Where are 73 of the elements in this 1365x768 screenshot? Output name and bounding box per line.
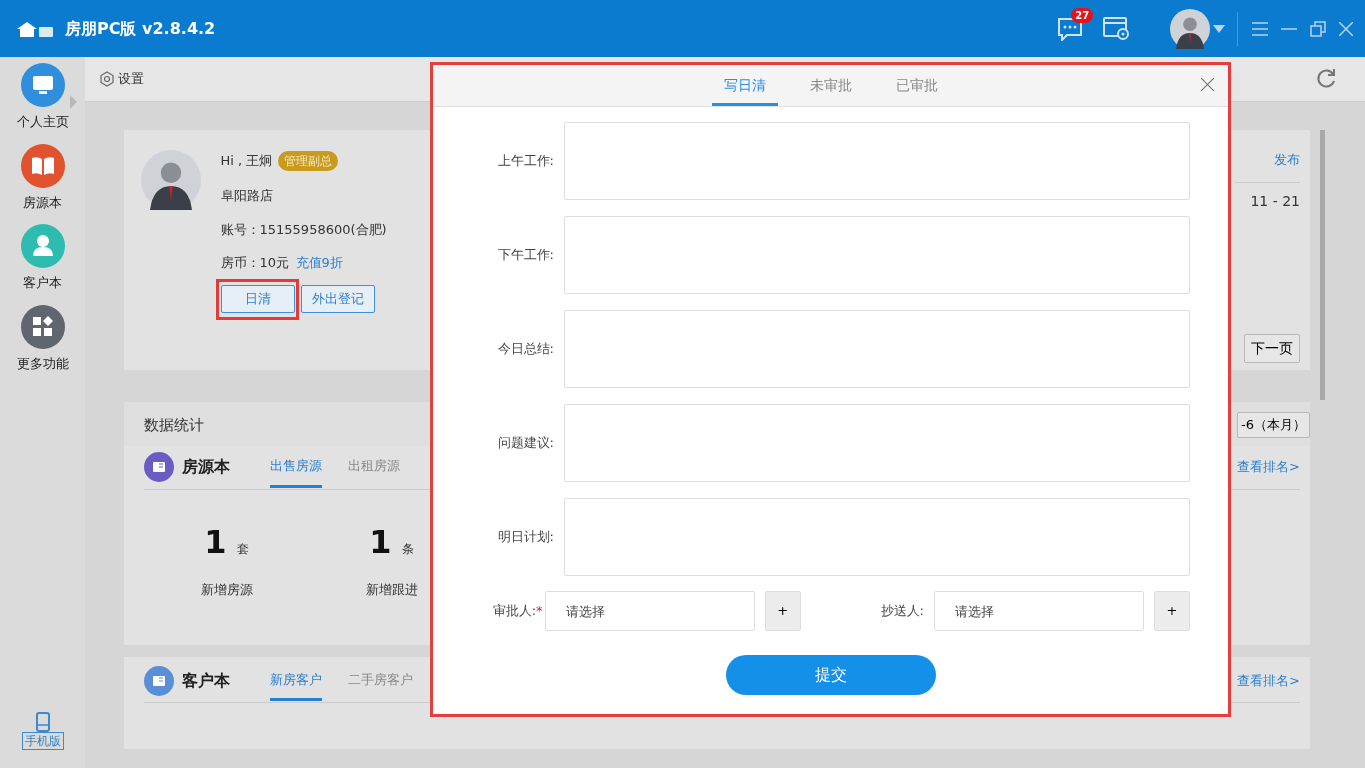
close-icon[interactable]: [1201, 78, 1214, 91]
settings-icon[interactable]: [1102, 15, 1131, 42]
monitor-icon: [20, 63, 65, 107]
section-tab[interactable]: 出租房源: [348, 446, 400, 488]
metric-label: 新增房源: [200, 580, 253, 599]
coins-text: 房币：10元: [220, 254, 290, 272]
avatar: [1169, 8, 1210, 49]
field-label: 审批人:*: [491, 602, 544, 621]
dialog-tab[interactable]: 已审批: [883, 65, 950, 106]
person-icon: [20, 224, 65, 268]
pointer-icon: [70, 95, 77, 109]
text-area[interactable]: [564, 310, 1190, 388]
ranking-link[interactable]: 查看排名>: [1237, 670, 1300, 691]
submit-button[interactable]: 提交: [725, 655, 936, 695]
sidebar-item[interactable]: 个人主页: [0, 63, 85, 132]
section-tab[interactable]: 二手房客户: [348, 659, 413, 702]
book-icon: [20, 143, 65, 188]
refresh-icon[interactable]: [1315, 68, 1337, 90]
text-area[interactable]: [564, 216, 1190, 294]
select-field[interactable]: 请选择: [933, 591, 1144, 631]
phone-icon[interactable]: [35, 712, 50, 732]
text-area[interactable]: [564, 404, 1190, 482]
avatar: [141, 150, 201, 210]
document-icon: [144, 452, 174, 482]
field-label: 今日总结:: [496, 340, 555, 359]
field-label: 上午工作:: [496, 152, 555, 171]
field-label: 抄送人:: [879, 602, 925, 621]
caret-icon[interactable]: [1213, 24, 1225, 33]
dialog-tab[interactable]: 写日清: [711, 65, 778, 106]
field-label: 明日计划:: [496, 528, 555, 547]
menu-icon[interactable]: [1252, 21, 1268, 36]
metric-unit: 套: [236, 540, 249, 558]
metric-label: 新增跟进: [365, 580, 418, 599]
metric-unit: 条: [401, 540, 414, 558]
account-text: 账号：15155958600(合肥): [220, 220, 387, 239]
store-name: 阜阳路店: [220, 187, 274, 205]
section-title: 数据统计: [144, 414, 204, 436]
outing-register-button[interactable]: 外出登记: [301, 284, 375, 313]
field-label: 下午工作:: [496, 246, 555, 265]
settings-icon[interactable]: [99, 71, 115, 87]
period-button[interactable]: -6（本月）: [1237, 412, 1310, 438]
sidebar-item[interactable]: 房源本: [0, 143, 85, 212]
ranking-link[interactable]: 查看排名>: [1237, 457, 1300, 477]
role-badge: 管理副总: [278, 151, 339, 171]
section-heading: 客户本: [182, 669, 230, 692]
sidebar-item[interactable]: 更多功能: [0, 304, 85, 373]
app-title: 房朋PC版 v2.8.4.2: [65, 17, 216, 40]
section-tab[interactable]: 出售房源: [270, 446, 322, 488]
publish-link[interactable]: 发布: [1235, 150, 1300, 183]
add-button[interactable]: +: [764, 591, 801, 631]
notification-badge: 27: [1071, 7, 1094, 23]
section-tab[interactable]: 新房客户: [270, 659, 322, 702]
dialog-tab[interactable]: 未审批: [797, 65, 864, 106]
mobile-version-link[interactable]: 手机版: [21, 732, 64, 750]
add-button[interactable]: +: [1153, 591, 1190, 631]
scrollbar-thumb[interactable]: [1320, 130, 1325, 400]
settings-label[interactable]: 设置: [118, 69, 145, 89]
field-label: 问题建议:: [496, 434, 555, 453]
daily-report-button[interactable]: 日清: [220, 284, 295, 313]
sidebar-item[interactable]: 客户本: [0, 224, 85, 293]
restore-icon[interactable]: [1310, 20, 1326, 37]
apps-icon: [20, 304, 65, 349]
metric-value: 1: [204, 525, 227, 558]
text-area[interactable]: [564, 122, 1190, 200]
metric-value: 1: [369, 525, 392, 558]
text-area[interactable]: [564, 498, 1190, 576]
next-page-button[interactable]: 下一页: [1244, 333, 1300, 363]
greeting-text: Hi , 王炯: [220, 152, 273, 171]
document-icon: [144, 665, 174, 696]
date-range-text: 11 - 21: [1250, 191, 1300, 211]
recharge-link[interactable]: 充值9折: [295, 253, 343, 273]
section-heading: 房源本: [182, 456, 230, 478]
select-field[interactable]: 请选择: [544, 591, 755, 631]
